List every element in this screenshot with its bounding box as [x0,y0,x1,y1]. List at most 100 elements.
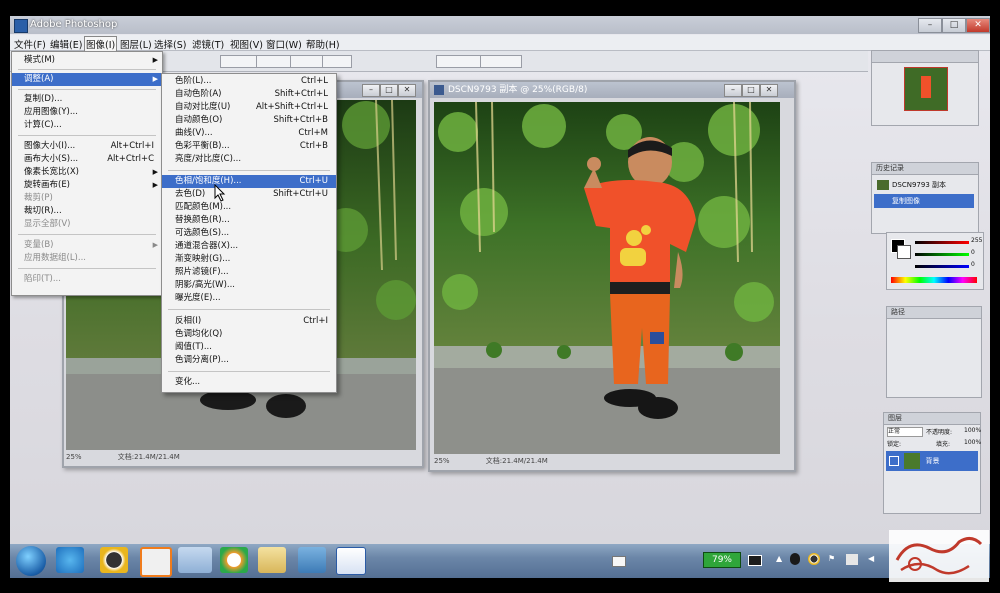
document-canvas-right[interactable] [434,102,780,454]
tray-device-icon[interactable] [612,556,626,567]
blend-mode-select[interactable]: 正常 [887,427,923,437]
qq-icon[interactable] [100,547,128,573]
menu-item-replace-color[interactable]: 替换颜色(R)... [162,214,336,227]
network-icon[interactable] [846,554,858,565]
menu-item-calculations[interactable]: 计算(C)... [12,119,162,132]
menu-item-exposure[interactable]: 曝光度(E)... [162,292,336,305]
menu-item-adjustments[interactable]: 调整(A) ▶ [12,73,162,86]
menu-help[interactable]: 帮助(H) [306,37,340,51]
menu-item-gradient-map[interactable]: 渐变映射(G)... [162,253,336,266]
menu-item-curves[interactable]: 曲线(V)... Ctrl+M [162,127,336,140]
menu-item-levels[interactable]: 色阶(L)... Ctrl+L [162,75,336,88]
menu-item-match-color[interactable]: 匹配颜色(M)... [162,201,336,214]
menu-item-invert[interactable]: 反相(I) Ctrl+I [162,315,336,328]
menu-item-rotate-canvas[interactable]: 旋转画布(E) ▶ [12,179,162,192]
tray-app-icon[interactable] [790,553,800,565]
action-center-flag-icon[interactable]: ⚑ [828,554,835,563]
zoom-level: 25% [434,457,450,465]
red-value[interactable]: 255 [971,237,982,244]
menu-item-crop[interactable]: 裁剪(P) [12,192,162,205]
palette-tab-2[interactable] [480,55,522,68]
volume-icon[interactable]: ◀ [868,554,874,563]
menu-item-apply-data-set[interactable]: 应用数据组(L)... [12,252,162,265]
menu-view[interactable]: 视图(V) [230,37,263,51]
menu-item-trap[interactable]: 陷印(T)... [12,273,162,286]
menu-item-reveal-all[interactable]: 显示全部(V) [12,218,162,231]
maximize-button[interactable]: □ [942,18,966,33]
menu-separator [18,268,156,269]
background-color-swatch[interactable] [897,245,911,259]
menu-item-color-balance[interactable]: 色彩平衡(B)... Ctrl+B [162,140,336,153]
menu-layer[interactable]: 图层(L) [120,37,152,51]
color-spectrum-bar[interactable] [891,277,977,283]
menu-item-posterize[interactable]: 色调分离(P)... [162,354,336,367]
start-button[interactable] [16,546,46,576]
eye-icon[interactable] [889,456,899,466]
menu-item-variations[interactable]: 变化... [162,376,336,389]
menu-select[interactable]: 选择(S) [154,37,186,51]
doc-maximize-button[interactable]: □ [380,84,398,97]
history-item-selected[interactable]: 复制图像 [874,194,974,208]
menu-item-variables[interactable]: 变量(B) ▶ [12,239,162,252]
doc-minimize-button[interactable]: – [362,84,380,97]
document-window-right[interactable]: DSCN9793 副本 @ 25%(RGB/8) – □ ✕ 25% 文档:21… [428,80,796,472]
option-button-4[interactable] [322,55,352,68]
doc-maximize-button[interactable]: □ [742,84,760,97]
minimize-button[interactable]: – [918,18,942,33]
menu-window[interactable]: 窗口(W) [266,37,302,51]
menu-item-mode[interactable]: 模式(M) ▶ [12,54,162,67]
picture-viewer-icon[interactable] [298,547,326,573]
green-slider[interactable] [915,253,969,256]
menu-item-shadows-highlights[interactable]: 阴影/高光(W)... [162,279,336,292]
alarm-app-icon[interactable] [220,547,248,573]
menu-item-duplicate[interactable]: 复制(D)... [12,93,162,106]
red-slider[interactable] [915,241,969,244]
menu-item-auto-color[interactable]: 自动颜色(O) Shift+Ctrl+B [162,114,336,127]
menu-item-channel-mixer[interactable]: 通道混合器(X)... [162,240,336,253]
palette-tab-1[interactable] [436,55,484,68]
opacity-value[interactable]: 100% [964,427,981,434]
media-player-icon[interactable] [140,547,172,577]
menu-item-equalize[interactable]: 色调均化(Q) [162,328,336,341]
word-icon[interactable] [336,547,366,575]
doc-close-button[interactable]: ✕ [760,84,778,97]
tray-qq-icon[interactable] [808,553,820,565]
menu-image[interactable]: 图像(I) [84,36,118,52]
menu-item-canvas-size[interactable]: 画布大小(S)... Alt+Ctrl+C [12,153,162,166]
menu-filter[interactable]: 滤镜(T) [192,37,224,51]
navigator-thumbnail[interactable] [904,67,948,111]
option-button-1[interactable] [220,55,258,68]
menu-item-hue-saturation[interactable]: 色相/饱和度(H)... Ctrl+U [162,175,336,188]
menu-item-image-size[interactable]: 图像大小(I)... Alt+Ctrl+I [12,140,162,153]
menu-edit[interactable]: 编辑(E) [50,37,82,51]
menu-item-threshold[interactable]: 阈值(T)... [162,341,336,354]
menu-item-pixel-aspect[interactable]: 像素长宽比(X) ▶ [12,166,162,179]
doc-close-button[interactable]: ✕ [398,84,416,97]
fill-value[interactable]: 100% [964,439,981,446]
history-item[interactable]: DSCN9793 副本 [874,178,976,192]
battery-plug-icon[interactable] [748,555,762,566]
internet-explorer-icon[interactable] [56,547,84,573]
blue-slider[interactable] [915,265,969,268]
menu-item-apply-image[interactable]: 应用图像(Y)... [12,106,162,119]
menu-item-photo-filter[interactable]: 照片滤镜(F)... [162,266,336,279]
folder-icon[interactable] [258,547,286,573]
option-button-2[interactable] [256,55,292,68]
menu-item-selective-color[interactable]: 可选颜色(S)... [162,227,336,240]
color-panel: 255 0 0 [886,232,984,290]
menu-item-desaturate[interactable]: 去色(D) Shift+Ctrl+U [162,188,336,201]
menu-item-auto-levels[interactable]: 自动色阶(A) Shift+Ctrl+L [162,88,336,101]
layer-row-background[interactable]: 背景 [886,451,978,471]
battery-indicator[interactable]: 79% [703,552,741,568]
tray-arrow-icon[interactable]: ▲ [776,554,782,563]
option-button-3[interactable] [290,55,324,68]
close-button[interactable]: ✕ [966,18,990,33]
blue-value[interactable]: 0 [971,261,975,268]
pen-editor-icon[interactable] [178,547,212,573]
menu-item-auto-contrast[interactable]: 自动对比度(U) Alt+Shift+Ctrl+L [162,101,336,114]
menu-item-brightness-contrast[interactable]: 亮度/对比度(C)... [162,153,336,166]
doc-minimize-button[interactable]: – [724,84,742,97]
menu-item-trim[interactable]: 裁切(R)... [12,205,162,218]
menu-file[interactable]: 文件(F) [14,37,46,51]
green-value[interactable]: 0 [971,249,975,256]
